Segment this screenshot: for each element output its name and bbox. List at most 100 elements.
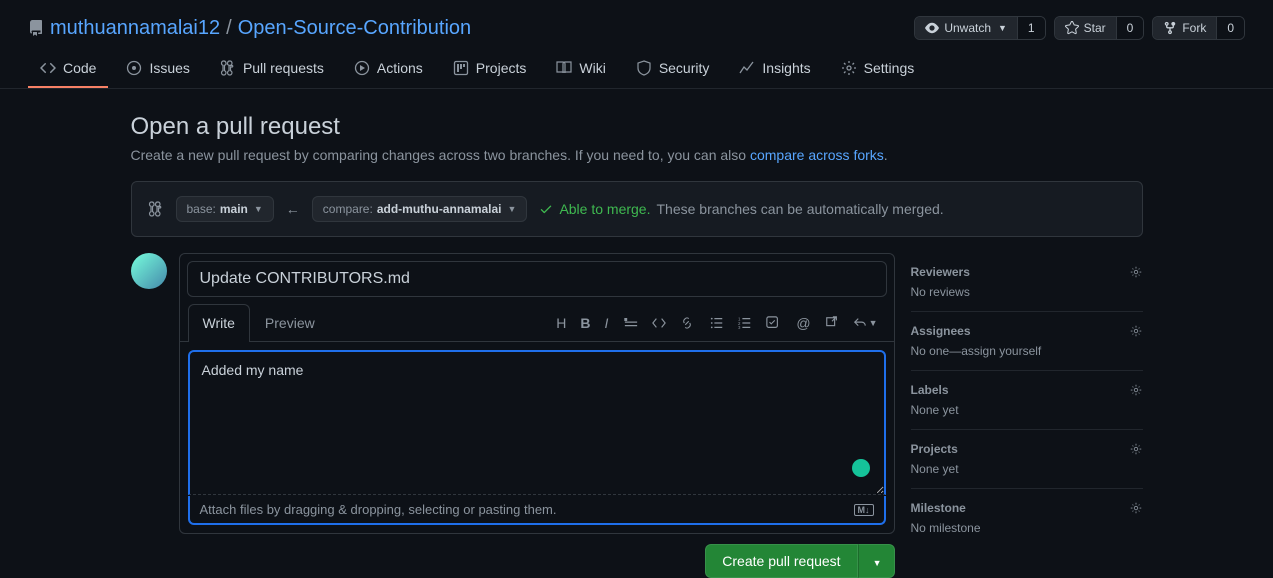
milestone-title: Milestone <box>911 501 966 515</box>
comment-box: Write Preview H B I <box>179 253 895 534</box>
caret-down-icon: ▼ <box>254 204 263 214</box>
issue-icon <box>126 60 142 76</box>
compare-branch-select[interactable]: compare: add-muthu-annamalai▼ <box>312 196 528 222</box>
fork-label: Fork <box>1182 21 1206 35</box>
nav-issues[interactable]: Issues <box>114 50 201 88</box>
page-title: Open a pull request <box>131 113 1143 141</box>
assign-yourself-link[interactable]: assign yourself <box>961 344 1041 358</box>
code-icon[interactable] <box>652 315 666 331</box>
main-container: Open a pull request Create a new pull re… <box>131 89 1143 578</box>
assignees-title: Assignees <box>911 324 971 338</box>
merge-desc-text: These branches can be automatically merg… <box>657 201 944 217</box>
ul-icon[interactable] <box>710 315 724 331</box>
watch-count[interactable]: 1 <box>1017 17 1045 39</box>
repo-header: muthuannamalai12 / Open-Source-Contribut… <box>0 0 1273 50</box>
caret-down-icon: ▼ <box>998 23 1007 33</box>
repo-nav: Code Issues Pull requests Actions Projec… <box>0 50 1273 89</box>
merge-status: Able to merge. These branches can be aut… <box>539 201 943 217</box>
watch-group: Unwatch ▼ 1 <box>914 16 1045 40</box>
mention-icon[interactable]: @ <box>796 315 810 331</box>
bold-icon[interactable]: B <box>580 315 590 331</box>
star-count[interactable]: 0 <box>1116 17 1144 39</box>
ol-icon[interactable]: 123 <box>738 315 752 331</box>
caret-down-icon: ▼ <box>873 558 882 568</box>
nav-projects[interactable]: Projects <box>441 50 539 88</box>
caret-down-icon: ▼ <box>508 204 517 214</box>
star-group: Star 0 <box>1054 16 1145 40</box>
nav-actions[interactable]: Actions <box>342 50 435 88</box>
fork-button[interactable]: Fork <box>1153 17 1216 39</box>
body-wrap: Attach files by dragging & dropping, sel… <box>180 342 894 533</box>
reviewers-body: No reviews <box>911 285 1143 299</box>
eye-icon <box>925 21 939 35</box>
fork-icon <box>1163 21 1177 35</box>
tabs-row: Write Preview H B I <box>180 304 894 342</box>
nav-pull-requests[interactable]: Pull requests <box>208 50 336 88</box>
pr-icon <box>220 60 236 76</box>
grammarly-icon[interactable] <box>852 459 870 477</box>
tabs: Write Preview <box>188 304 330 341</box>
check-icon <box>539 202 553 216</box>
main-row: Write Preview H B I <box>131 253 1143 578</box>
actions-icon <box>354 60 370 76</box>
arrow-left-icon: ← <box>286 201 300 217</box>
compare-box: base: main▼ ← compare: add-muthu-annamal… <box>131 181 1143 237</box>
repo-link[interactable]: Open-Source-Contribution <box>238 17 471 40</box>
sidebar-milestone: Milestone No milestone <box>911 489 1143 547</box>
link-icon[interactable] <box>680 315 694 331</box>
gear-icon[interactable] <box>1129 383 1143 397</box>
unwatch-button[interactable]: Unwatch ▼ <box>915 17 1017 39</box>
star-button[interactable]: Star <box>1055 17 1116 39</box>
projects-title: Projects <box>911 442 958 456</box>
submit-row: Create pull request ▼ <box>179 534 895 578</box>
nav-wiki[interactable]: Wiki <box>544 50 617 88</box>
attach-text: Attach files by dragging & dropping, sel… <box>200 502 557 517</box>
nav-insights[interactable]: Insights <box>727 50 822 88</box>
tasklist-icon[interactable] <box>766 315 780 331</box>
repo-icon <box>28 20 44 36</box>
quote-icon[interactable] <box>624 315 638 331</box>
labels-title: Labels <box>911 383 949 397</box>
create-pr-dropdown[interactable]: ▼ <box>858 544 895 578</box>
reply-icon[interactable]: ▼ <box>853 315 878 331</box>
markdown-icon[interactable]: M↓ <box>854 504 874 516</box>
owner-link[interactable]: muthuannamalai12 <box>50 17 220 40</box>
book-icon <box>556 60 572 76</box>
gear-icon <box>841 60 857 76</box>
fork-count[interactable]: 0 <box>1216 17 1244 39</box>
reference-icon[interactable] <box>825 315 839 331</box>
sidebar-reviewers: Reviewers No reviews <box>911 253 1143 312</box>
path-separator: / <box>226 17 232 40</box>
heading-icon[interactable]: H <box>556 315 566 331</box>
sidebar-assignees: Assignees No one—assign yourself <box>911 312 1143 371</box>
gear-icon[interactable] <box>1129 324 1143 338</box>
create-pr-button[interactable]: Create pull request <box>705 544 857 578</box>
nav-code[interactable]: Code <box>28 50 108 88</box>
tab-write[interactable]: Write <box>188 304 250 342</box>
avatar[interactable] <box>131 253 167 289</box>
gear-icon[interactable] <box>1129 265 1143 279</box>
gear-icon[interactable] <box>1129 501 1143 515</box>
merge-able-text: Able to merge. <box>559 201 650 217</box>
star-icon <box>1065 21 1079 35</box>
unwatch-label: Unwatch <box>944 21 991 35</box>
gear-icon[interactable] <box>1129 442 1143 456</box>
pr-title-input[interactable] <box>187 261 887 297</box>
labels-body: None yet <box>911 403 1143 417</box>
compare-forks-link[interactable]: compare across forks <box>750 147 884 163</box>
sidebar-projects: Projects None yet <box>911 430 1143 489</box>
graph-icon <box>739 60 755 76</box>
italic-icon[interactable]: I <box>604 315 608 331</box>
nav-security[interactable]: Security <box>624 50 722 88</box>
tab-preview[interactable]: Preview <box>250 304 330 341</box>
pr-body-textarea[interactable] <box>188 350 886 495</box>
md-toolbar: H B I 123 <box>556 315 885 331</box>
compare-icon <box>148 201 164 217</box>
nav-settings[interactable]: Settings <box>829 50 927 88</box>
reviewers-title: Reviewers <box>911 265 970 279</box>
sidebar: Reviewers No reviews Assignees No one—as… <box>911 253 1143 578</box>
sidebar-labels: Labels None yet <box>911 371 1143 430</box>
code-icon <box>40 60 56 76</box>
base-branch-select[interactable]: base: main▼ <box>176 196 274 222</box>
attach-bar[interactable]: Attach files by dragging & dropping, sel… <box>188 496 886 525</box>
